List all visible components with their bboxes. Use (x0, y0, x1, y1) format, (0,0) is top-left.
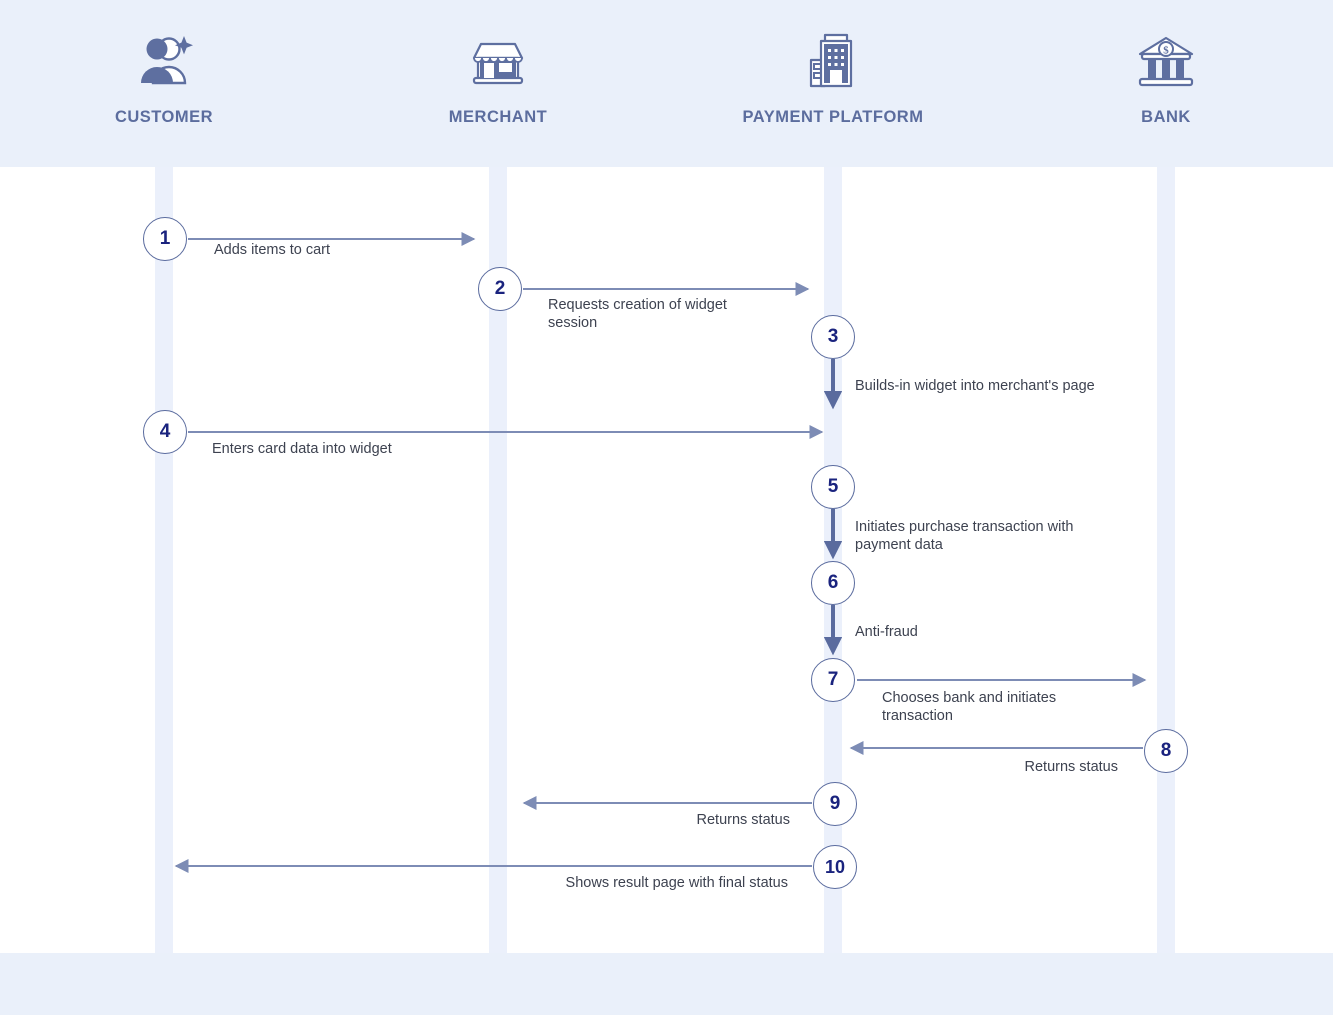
actor-bank: $ BANK (1046, 0, 1286, 167)
message-label-9: Returns status (696, 812, 791, 828)
actor-merchant: MERCHANT (378, 0, 618, 167)
step-marker-8[interactable]: 8 (1144, 729, 1188, 773)
panel-merchant (507, 167, 824, 953)
step-number-8: 8 (1160, 740, 1172, 761)
step-marker-1[interactable]: 1 (143, 217, 187, 261)
message-label-4: Enters card data into widget (212, 441, 392, 457)
message-label-8: Returns status (1024, 759, 1119, 775)
actor-customer: CUSTOMER (44, 0, 284, 167)
panel-bank (1175, 167, 1333, 953)
message-label-2: Requests creation of widget session (548, 297, 727, 331)
panel-customer (172, 167, 489, 953)
step-number-1: 1 (159, 228, 171, 249)
sequence-diagram: CUSTOMER MERCHANT PAYMENT PLATFORM $ BAN… (0, 0, 1333, 1015)
footer-band (0, 953, 1333, 1015)
step-marker-10[interactable]: 10 (813, 845, 857, 889)
lifeline-customer (155, 167, 173, 953)
step-number-4: 4 (159, 421, 171, 442)
step-number-6: 6 (827, 572, 839, 593)
actor-payment-platform: PAYMENT PLATFORM (713, 0, 953, 167)
user-sparkle-icon (133, 32, 195, 90)
step-number-7: 7 (827, 669, 839, 690)
storefront-icon (469, 32, 527, 90)
step-number-2: 2 (494, 278, 506, 299)
actor-label-merchant: MERCHANT (448, 108, 548, 126)
lifeline-platform (824, 167, 842, 953)
office-building-icon (805, 32, 861, 90)
message-label-3: Builds-in widget into merchant's page (855, 378, 1095, 394)
step-marker-9[interactable]: 9 (813, 782, 857, 826)
actor-label-payment-platform: PAYMENT PLATFORM (742, 108, 924, 126)
step-marker-5[interactable]: 5 (811, 465, 855, 509)
message-label-5: Initiates purchase transaction with paym… (855, 519, 1074, 553)
step-marker-6[interactable]: 6 (811, 561, 855, 605)
step-number-9: 9 (829, 793, 841, 814)
message-label-6: Anti-fraud (855, 624, 918, 640)
lifeline-bank (1157, 167, 1175, 953)
message-label-1: Adds items to cart (214, 242, 331, 258)
step-marker-7[interactable]: 7 (811, 658, 855, 702)
step-marker-2[interactable]: 2 (478, 267, 522, 311)
step-number-10: 10 (824, 856, 846, 877)
message-label-7: Chooses bank and initiates transaction (882, 690, 1057, 724)
actor-label-customer: CUSTOMER (114, 108, 214, 126)
message-label-10: Shows result page with final status (565, 875, 788, 891)
bank-columns-icon: $ (1136, 32, 1196, 90)
panel-platform (841, 167, 1157, 953)
svg-text:$: $ (1163, 45, 1169, 57)
step-marker-4[interactable]: 4 (143, 410, 187, 454)
actor-label-bank: BANK (1141, 108, 1191, 126)
step-number-5: 5 (827, 476, 839, 497)
